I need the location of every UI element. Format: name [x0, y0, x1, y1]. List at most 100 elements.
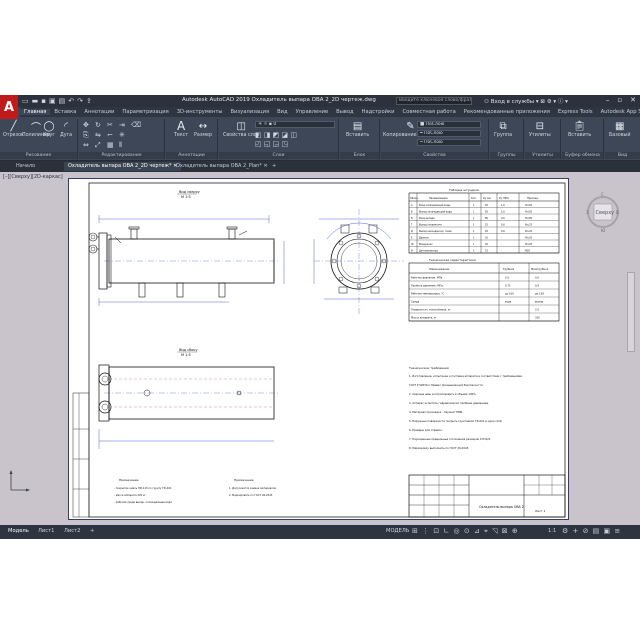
compass-east[interactable]: В — [616, 210, 619, 215]
scale-icon[interactable]: ⤢ — [95, 141, 101, 150]
circle-tool-button[interactable]: ◯ Круг — [43, 120, 55, 139]
group-name-modify[interactable]: Редактирование — [79, 152, 164, 159]
group-name-layers[interactable]: Слои — [219, 152, 338, 159]
stretch-icon[interactable]: ⇔ — [83, 141, 89, 149]
file-tab-drawing[interactable]: Охладитель выпара ОВА 2_2D чертеж* ✕ — [64, 162, 182, 171]
title-block: Охладитель выпара ОВА 2 Лист 1 — [408, 474, 566, 518]
paste-button[interactable]: 📋︎ Вставить — [568, 120, 591, 139]
ribbon-group-view: ▦ Базовый Вид — [605, 119, 640, 159]
viewcube-face-label[interactable]: Сверху — [596, 210, 615, 216]
ribbon-tab[interactable]: Вид — [273, 109, 292, 115]
ribbon-tab[interactable]: 3D-инструменты — [173, 109, 227, 115]
ribbon-tab[interactable]: Главная — [20, 109, 51, 115]
open-file-icon[interactable]: ▬ — [32, 97, 39, 105]
utilities-button[interactable]: ⊟ Утилиты — [529, 120, 551, 139]
copy-icon[interactable]: ⎘ — [83, 131, 89, 140]
explode-icon[interactable]: ✳ — [119, 131, 125, 139]
rotate-icon[interactable]: ↻ — [95, 121, 101, 129]
text-tool-button[interactable]: A Текст — [174, 119, 188, 138]
layer-dropdown[interactable]: ☀ ☼ ▪ 0 — [255, 121, 335, 128]
application-menu-logo[interactable]: A — [0, 95, 18, 119]
drawing-canvas[interactable]: [–][Сверху][2D-каркас] Вид сверху М 1:5 — [0, 172, 640, 525]
new-tab-button[interactable]: + — [268, 162, 280, 171]
mirror-icon[interactable]: ⇋ — [95, 131, 101, 139]
base-view-button[interactable]: ▦ Базовый — [609, 120, 630, 139]
group-button[interactable]: ⧉ Группа — [494, 120, 512, 139]
maximize-icon[interactable]: ▫ — [617, 96, 622, 104]
group-name-clipboard[interactable]: Буфер обмена — [562, 152, 603, 159]
table1-cell: М20 — [525, 249, 530, 252]
ribbon-tab[interactable]: Вставка — [50, 109, 80, 115]
array-icon[interactable]: ▦ — [107, 141, 114, 149]
annotation-scale[interactable]: 1:1 — [548, 528, 556, 534]
plot-icon[interactable]: ▤ — [59, 97, 66, 105]
erase-icon[interactable]: ⌫ — [131, 121, 141, 129]
group-name-groups[interactable]: Группы — [490, 152, 523, 159]
status-toggles[interactable]: ⊞ ⋮ ⊡ ∟ ◎ ⊙ ⊿ ⌖ ◹ ⊠ ⊕ — [412, 527, 519, 536]
ribbon-tab[interactable]: Аннотации — [80, 109, 118, 115]
compass-south[interactable]: Ю — [601, 228, 606, 233]
ribbon-tab[interactable]: Управление — [292, 109, 333, 115]
offset-icon[interactable]: ⫴ — [119, 141, 122, 150]
minimize-icon[interactable]: – — [606, 96, 610, 104]
close-icon[interactable]: ✕ — [630, 96, 636, 104]
add-layout-button[interactable]: + — [90, 528, 94, 534]
group-name-annotation[interactable]: Аннотации — [166, 152, 217, 159]
note-line: 2. Маркировать по ГОСТ 26-2043 — [229, 493, 273, 497]
table1-cell: И — [411, 249, 413, 252]
undo-icon[interactable]: ↶ — [68, 97, 74, 105]
extend-icon[interactable]: ⇥ — [119, 121, 125, 129]
ribbon-tab[interactable]: Совместная работа — [399, 109, 460, 115]
file-tab-plan[interactable]: Охладитель выпара ОВА 2_Plan* ✕ — [172, 162, 272, 171]
group-name-utilities[interactable]: Утилиты — [525, 152, 560, 159]
trim-icon[interactable]: ✂ — [107, 121, 113, 129]
layout-tab-sheet2[interactable]: Лист2 — [64, 528, 80, 534]
linetype-dropdown[interactable]: ┅ ПоСлою — [417, 139, 481, 146]
ribbon-tab[interactable]: Надстройки — [358, 109, 399, 115]
signin-link[interactable]: ⚇ Вход в службы ▾ ⊠ ⚙ ▾ ⓘ ▾ — [484, 97, 568, 105]
close-tab-icon[interactable]: ✕ — [263, 163, 267, 169]
compass-north[interactable]: С — [601, 192, 604, 197]
layer-tools-icon[interactable]: ◰ ◱ ◲ ◳ — [255, 140, 288, 148]
redo-icon[interactable]: ↷ — [77, 97, 83, 105]
status-tools[interactable]: ⚙ + ⊘ ▤ ▣ ≡ — [562, 527, 621, 535]
share-icon[interactable]: ⇪ — [86, 97, 92, 105]
ribbon-tab[interactable]: Вывод — [332, 109, 357, 115]
ribbon-tab[interactable]: Визуализация — [226, 109, 273, 115]
ribbon-tab[interactable]: Express Tools — [554, 109, 597, 115]
layer-properties-button[interactable]: ◫ Свойства слоя — [223, 120, 259, 139]
layout-tab-sheet1[interactable]: Лист1 — [38, 528, 54, 534]
layout-tab-model[interactable]: Модель — [8, 528, 29, 534]
file-tab-start[interactable]: Начало — [12, 162, 39, 171]
ribbon-tab[interactable]: Параметризация — [118, 109, 172, 115]
layer-state-icon[interactable]: ◧ ◨ ◩ ◪ ◫ — [255, 131, 297, 139]
ribbon-tab[interactable]: Рекомендованные приложения — [460, 109, 554, 115]
fillet-icon[interactable]: ⌐ — [107, 131, 113, 139]
navigation-bar[interactable] — [627, 272, 635, 352]
arc-tool-button[interactable]: ◜ Дуга — [60, 120, 72, 139]
table2-header-cell: Межтрубное — [531, 267, 549, 271]
plus-icon: + — [90, 528, 95, 534]
model-space-toggle[interactable]: МОДЕЛЬ — [386, 528, 409, 534]
ribbon-tab[interactable]: Autodesk App Store — [597, 109, 640, 115]
viewcube[interactable]: Сверху С Ю З В — [586, 190, 620, 236]
group-name-properties[interactable]: Свойства — [381, 152, 488, 159]
view-front-title: Вид сбоку — [179, 348, 198, 352]
new-file-icon[interactable]: ▭ — [22, 97, 29, 105]
group-name-view[interactable]: Вид — [605, 152, 640, 159]
view-front-scale: М 1:5 — [181, 353, 191, 357]
save-icon[interactable]: ▪ — [41, 97, 46, 105]
table1-cell: В — [411, 217, 413, 220]
save-as-icon[interactable]: ▣ — [49, 97, 56, 105]
group-name-block[interactable]: Блок — [340, 152, 379, 159]
group-name-draw[interactable]: Рисование — [0, 152, 77, 159]
lineweight-dropdown[interactable]: ━ ПоСлою — [417, 130, 481, 137]
color-dropdown[interactable]: ■ ПоСлою — [417, 121, 481, 128]
line-tool-button[interactable]: ╱ Отрезок — [3, 120, 24, 139]
dimension-tool-button[interactable]: ↔ Размер — [194, 120, 212, 139]
compass-west[interactable]: З — [586, 210, 589, 215]
move-icon[interactable]: ✥ — [83, 121, 89, 129]
viewport-controls-label[interactable]: [–][Сверху][2D-каркас] — [3, 174, 63, 180]
search-input[interactable]: Введите ключевое слово/фразу — [396, 97, 472, 105]
insert-block-button[interactable]: ▤ Вставить — [346, 120, 369, 139]
